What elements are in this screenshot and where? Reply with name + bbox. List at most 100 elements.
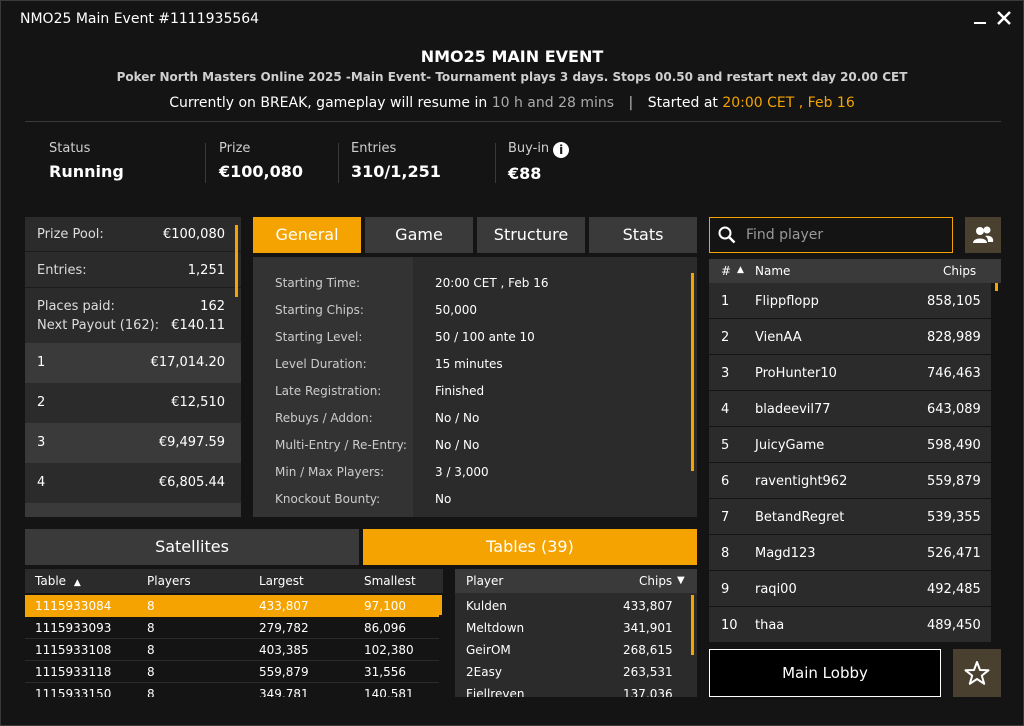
tab-structure[interactable]: Structure [477,217,585,253]
entries-value: 1,251 [187,263,225,278]
table-row[interactable]: 1115933118 8 559,879 31,556 [25,661,439,683]
general-key: Late Registration: [275,384,382,398]
row-divider [25,251,241,252]
player-rank: 1 [721,294,730,309]
info-icon[interactable]: i [553,142,570,158]
table-row[interactable]: 1115933084 8 433,807 97,100 [25,595,439,617]
stat-value: Running [49,162,124,181]
payout-place: 2 [37,395,46,410]
prize-pool-row: Prize Pool: €100,080 [37,227,225,242]
seat-chips: 263,531 [623,665,673,679]
leaderboard-row[interactable]: 8 Magd123 526,471 [709,535,991,571]
prize-scrollbar[interactable] [235,225,238,297]
prize-pool-label: Prize Pool: [37,227,104,242]
table-row[interactable]: 1115933150 8 349,781 140,581 [25,683,439,697]
col-name[interactable]: Name [755,264,790,278]
leaderboard-scrollbar[interactable] [995,283,998,291]
stat-label: Status [49,141,91,156]
player-name: VienAA [755,330,802,345]
prize-pool-value: €100,080 [162,227,225,242]
player-rank: 8 [721,546,730,561]
stat-status: Status Running [49,141,124,181]
table-row[interactable]: 1115933108 8 403,385 102,380 [25,639,439,661]
table-smallest: 97,100 [364,599,406,613]
player-chips: 643,089 [927,402,981,417]
window-title: NMO25 Main Event #1111935564 [20,11,260,27]
col-rank[interactable]: # [721,264,731,278]
col-chips[interactable]: Chips [639,574,672,588]
search-input[interactable] [746,218,946,252]
player-rank: 6 [721,474,730,489]
table-players: 8 [147,643,155,657]
tables-scrollbar[interactable] [439,595,442,615]
col-players[interactable]: Players [147,574,191,588]
col-player[interactable]: Player [466,574,503,588]
leaderboard-row[interactable]: 7 BetandRegret 539,355 [709,499,991,535]
row-divider [25,287,241,288]
leaderboard-row[interactable]: 2 VienAA 828,989 [709,319,991,355]
tournament-subtitle: Poker North Masters Online 2025 -Main Ev… [116,70,908,84]
table-id: 1115933150 [35,687,112,697]
search-icon [718,226,736,244]
table-id: 1115933084 [35,599,112,613]
general-value: No [435,492,452,506]
stat-label: Buy-in [508,141,550,156]
leaderboard-row[interactable]: 9 raqi00 492,485 [709,571,991,607]
general-value: 15 minutes [435,357,503,371]
tournament-title: NMO25 MAIN EVENT [420,47,604,66]
tab-general[interactable]: General [253,217,361,253]
tab-tables[interactable]: Tables (39) [363,529,697,565]
stat-buyin: Buy-in i €88 [508,141,570,183]
col-largest[interactable]: Largest [259,574,304,588]
sort-desc-icon: ▼ [677,575,685,586]
friends-button[interactable] [965,217,1001,253]
minimize-icon [974,22,986,24]
general-key: Starting Level: [275,330,363,344]
table-largest: 559,879 [259,665,309,679]
seat-player: Kulden [466,599,507,613]
stat-divider [338,143,339,183]
payout-row: 3 €9,497.59 [25,423,241,463]
table-players-scrollbar[interactable] [691,595,694,655]
leaderboard-row[interactable]: 3 ProHunter10 746,463 [709,355,991,391]
table-id: 1115933093 [35,621,112,635]
close-button[interactable] [993,7,1015,29]
player-rank: 9 [721,582,730,597]
payout-place: 1 [37,355,46,370]
col-smallest[interactable]: Smallest [364,574,416,588]
leaderboard-row[interactable]: 6 raventight962 559,879 [709,463,991,499]
leaderboard-row[interactable]: 10 thaa 489,450 [709,607,991,643]
player-rank: 4 [721,402,730,417]
break-status: Currently on BREAK, gameplay will resume… [1,95,1023,111]
general-value: 20:00 CET , Feb 16 [435,276,549,290]
favorite-button[interactable] [953,649,1001,697]
table-smallest: 140,581 [364,687,414,697]
tab-satellites[interactable]: Satellites [25,529,359,565]
player-name: thaa [755,618,785,633]
col-chips[interactable]: Chips [943,264,976,278]
tab-stats[interactable]: Stats [589,217,697,253]
main-lobby-button[interactable]: Main Lobby [709,649,941,697]
table-largest: 279,782 [259,621,309,635]
find-player-box[interactable] [709,217,953,253]
payout-row: 4 €6,805.44 [25,463,241,503]
status-separator: | [628,95,634,111]
player-chips: 526,471 [927,546,981,561]
minimize-button[interactable] [969,7,991,29]
seat-chips: 341,901 [623,621,673,635]
general-key: Min / Max Players: [275,465,385,479]
tab-game[interactable]: Game [365,217,473,253]
general-scrollbar[interactable] [691,273,694,471]
table-id: 1115933108 [35,643,112,657]
table-row[interactable]: 1115933093 8 279,782 86,096 [25,617,439,639]
seat-player: 2Easy [466,665,502,679]
leaderboard-list: # ▲ Name Chips 1 Flippflopp 858,105 2 Vi… [709,259,1001,643]
general-key: Starting Chips: [275,303,364,317]
leaderboard-row[interactable]: 4 bladeevil77 643,089 [709,391,991,427]
player-name: raventight962 [755,474,848,489]
leaderboard-row[interactable]: 5 JuicyGame 598,490 [709,427,991,463]
next-payout-label: Next Payout (162): [37,318,160,333]
stat-value: €88 [508,164,542,183]
leaderboard-row[interactable]: 1 Flippflopp 858,105 [709,283,991,319]
col-table[interactable]: Table ▲ [35,574,81,588]
